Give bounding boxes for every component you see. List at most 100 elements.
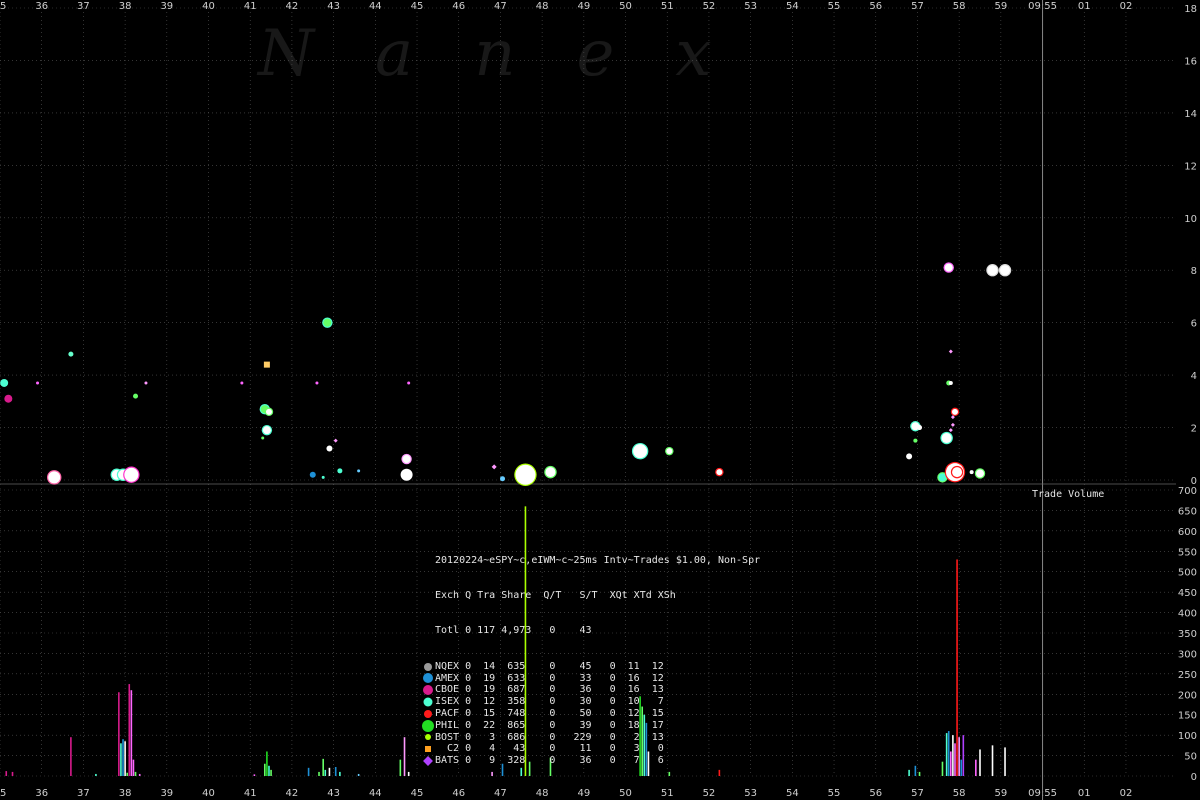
trade-point xyxy=(133,393,139,399)
volume-bar xyxy=(122,739,124,776)
bottom-y-tick-label: 0 xyxy=(1191,772,1197,783)
x-tick-label-top: 39 xyxy=(160,1,173,12)
x-tick-label-top: 38 xyxy=(119,1,132,12)
legend-symbol xyxy=(421,708,435,719)
x-tick-label-bottom: 38 xyxy=(119,788,132,799)
bottom-y-tick-label: 150 xyxy=(1178,711,1197,722)
x-tick-label-top: 58 xyxy=(953,1,966,12)
legend-symbol xyxy=(421,719,435,732)
trade-point xyxy=(326,445,333,452)
trade-point xyxy=(144,381,148,385)
volume-bar xyxy=(134,771,137,776)
trade-point xyxy=(68,351,74,357)
legend-symbol xyxy=(421,685,435,696)
legend-total: Totl 0 117 4,973 0 43 xyxy=(435,625,592,637)
legend-row-text: BOST 0 3 686 0 229 0 2 13 xyxy=(435,731,664,743)
volume-bar xyxy=(322,758,324,776)
volume-bar xyxy=(399,759,402,776)
bottom-y-tick-label: 700 xyxy=(1178,486,1197,497)
x-tick-label-bottom: 51 xyxy=(661,788,674,799)
trade-point xyxy=(0,378,9,387)
trade-point-diamond xyxy=(948,428,953,433)
x-tick-label-top: 36 xyxy=(35,1,48,12)
trade-point-diamond xyxy=(333,438,338,443)
trade-point xyxy=(315,381,319,385)
volume-bar xyxy=(979,749,981,776)
x-tick-label-bottom: 54 xyxy=(786,788,799,799)
trade-point xyxy=(969,470,974,475)
trade-point xyxy=(976,469,984,478)
x-tick-label-bottom: 52 xyxy=(703,788,716,799)
trade-point xyxy=(716,469,723,476)
legend-symbol xyxy=(421,756,435,767)
bottom-y-tick-label: 300 xyxy=(1178,649,1197,660)
bottom-y-tick-label: 250 xyxy=(1178,670,1197,681)
legend-title: 20120224~eSPY~c,eIWM~c~25ms Intv~Trades … xyxy=(435,554,761,566)
volume-bar xyxy=(339,771,341,776)
trade-point xyxy=(913,438,918,443)
volume-bar xyxy=(128,684,131,776)
x-tick-label-bottom: 40 xyxy=(202,788,215,799)
x-tick-label-bottom: 01 xyxy=(1078,788,1091,799)
volume-bar xyxy=(307,767,310,776)
volume-bar xyxy=(947,731,950,776)
x-tick-label-bottom: 56 xyxy=(869,788,882,799)
trade-point xyxy=(48,471,61,484)
legend-symbol xyxy=(421,697,435,708)
volume-bar xyxy=(956,559,958,776)
trade-point-diamond xyxy=(948,349,953,354)
volume-bar xyxy=(318,771,320,776)
trade-point xyxy=(262,426,271,435)
volume-bar xyxy=(324,769,327,776)
trade-point xyxy=(261,436,265,440)
volume-bar xyxy=(268,765,270,776)
x-tick-label-bottom: 37 xyxy=(77,788,90,799)
legend-row: AMEX 0 19 633 0 33 0 16 12 xyxy=(421,673,760,685)
legend-symbol xyxy=(421,673,435,684)
trade-point xyxy=(987,265,998,276)
x-tick-label-bottom: 35 xyxy=(0,788,6,799)
bottom-y-tick-label: 200 xyxy=(1178,690,1197,701)
volume-bar xyxy=(357,773,360,776)
volume-bar xyxy=(914,765,917,776)
volume-bar xyxy=(975,759,977,776)
volume-bar xyxy=(270,769,272,776)
trade-point xyxy=(4,394,13,403)
trade-point-diamond xyxy=(950,422,955,427)
volume-bar xyxy=(960,759,963,776)
legend-row-text: CBOE 0 19 687 0 36 0 16 13 xyxy=(435,684,664,696)
volume-bar xyxy=(407,771,410,776)
volume-bar xyxy=(950,751,952,776)
bottom-y-tick-label: 400 xyxy=(1178,609,1197,620)
bottom-y-tick-label: 100 xyxy=(1178,731,1197,742)
x-tick-label-top: 42 xyxy=(286,1,299,12)
bottom-y-tick-label: 650 xyxy=(1178,506,1197,517)
x-tick-label-top: 54 xyxy=(786,1,799,12)
trade-point xyxy=(357,469,361,473)
legend-symbol xyxy=(421,661,435,672)
volume-bar xyxy=(991,745,994,776)
x-tick-label-bottom: 55 xyxy=(828,788,841,799)
top-y-tick-label: 2 xyxy=(1191,424,1197,435)
x-tick-label-bottom: 58 xyxy=(953,788,966,799)
volume-bar xyxy=(334,767,337,776)
volume-bar xyxy=(952,735,954,776)
trade-point xyxy=(1000,265,1011,276)
x-tick-label-top: 44 xyxy=(369,1,382,12)
x-tick-label-top: 45 xyxy=(411,1,424,12)
legend-row: PHIL 0 22 865 0 39 0 18 17 xyxy=(421,719,760,732)
bottom-y-tick-label: 50 xyxy=(1184,752,1197,763)
x-tick-label-top: 35 xyxy=(0,1,6,12)
trade-point xyxy=(951,408,958,415)
volume-bar xyxy=(138,773,141,776)
legend-symbol xyxy=(421,744,435,755)
x-tick-label-top: 53 xyxy=(744,1,757,12)
x-tick-label-top: 52 xyxy=(703,1,716,12)
trade-point xyxy=(666,448,673,455)
x-tick-label-bottom: 43 xyxy=(327,788,340,799)
top-y-tick-label: 8 xyxy=(1191,266,1197,277)
bottom-y-tick-label: 350 xyxy=(1178,629,1197,640)
top-y-tick-label: 12 xyxy=(1184,161,1197,172)
x-tick-label-bottom: 47 xyxy=(494,788,507,799)
trade-point xyxy=(948,380,953,385)
